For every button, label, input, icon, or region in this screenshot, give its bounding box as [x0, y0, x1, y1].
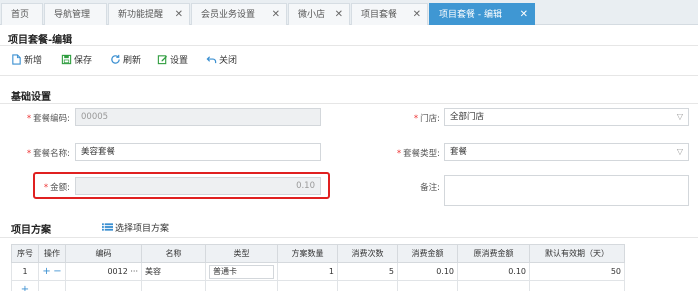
tab-project-package[interactable]: 项目套餐 ✕: [351, 3, 428, 25]
amount-highlight-box: [33, 172, 330, 199]
row-amount[interactable]: 0.10: [397, 262, 458, 281]
tab-label: 导航管理: [54, 10, 91, 20]
tab-new-features[interactable]: 新功能提醒 ✕: [108, 3, 190, 25]
tab-label: 项目套餐: [361, 10, 398, 20]
code-field[interactable]: 00005: [75, 108, 321, 126]
tab-micro-shop[interactable]: 微小店 ✕: [288, 3, 350, 25]
document-icon: [12, 54, 21, 65]
row-times[interactable]: 5: [337, 262, 398, 281]
column-header: 名称: [141, 244, 206, 263]
refresh-button[interactable]: 刷新: [110, 54, 141, 68]
close-icon[interactable]: ✕: [413, 4, 421, 26]
close-button[interactable]: 关闭: [206, 54, 237, 68]
note-textarea[interactable]: [444, 175, 689, 206]
row-name: 美容: [141, 262, 206, 281]
divider: [0, 75, 698, 76]
store-select[interactable]: 全部门店 ▽: [444, 108, 689, 126]
column-header: 编码: [65, 244, 142, 263]
note-label: 备注:: [420, 183, 440, 193]
row-code: 0012 ···: [65, 262, 142, 281]
column-header: 类型: [205, 244, 278, 263]
save-button[interactable]: 保存: [61, 54, 92, 68]
code-label: * 套餐编码:: [26, 114, 70, 124]
close-icon[interactable]: ✕: [520, 4, 528, 26]
tab-label: 会员业务设置: [201, 10, 256, 20]
close-icon[interactable]: ✕: [175, 4, 183, 26]
row-valid-days[interactable]: 50: [529, 262, 625, 281]
type-label: * 套餐类型:: [396, 149, 440, 159]
table-header-row: 序号 操作 编码 名称 类型 方案数量 消费次数 消费金额 原消费金额 默认有效…: [11, 244, 625, 263]
settings-button[interactable]: 设置: [157, 54, 188, 68]
column-header: 消费次数: [337, 244, 398, 263]
tab-nav-management[interactable]: 导航管理: [44, 3, 107, 25]
chevron-down-icon: ▽: [676, 112, 683, 121]
row-type[interactable]: 普通卡: [205, 262, 278, 281]
divider: [0, 103, 698, 104]
type-cell-input[interactable]: 普通卡: [209, 264, 274, 279]
required-mark: *: [396, 149, 402, 159]
divider: [0, 45, 698, 46]
close-icon[interactable]: ✕: [272, 4, 280, 26]
new-button[interactable]: 新增: [11, 54, 42, 68]
tab-home[interactable]: 首页: [1, 3, 43, 25]
column-header: 操作: [38, 244, 66, 263]
name-field[interactable]: 美容套餐: [75, 143, 321, 161]
refresh-label: 刷新: [123, 56, 142, 66]
settings-label: 设置: [170, 56, 189, 66]
add-row-icon[interactable]: +: [42, 266, 50, 277]
refresh-icon: [111, 54, 120, 64]
new-label: 新增: [24, 56, 43, 66]
add-row-icon[interactable]: +: [21, 284, 29, 291]
back-icon: [206, 56, 217, 64]
save-icon: [61, 54, 72, 65]
table-row: 1 + − 0012 ··· 美容 普通卡 1 5 0.10 0.10 50: [11, 262, 625, 281]
tab-label: 微小店: [298, 10, 326, 20]
edit-icon: [157, 55, 168, 65]
row-qty[interactable]: 1: [277, 262, 338, 281]
divider: [0, 237, 698, 238]
type-select[interactable]: 套餐 ▽: [444, 143, 689, 161]
required-mark: *: [26, 114, 32, 124]
close-label: 关闭: [219, 56, 238, 66]
plan-table: 序号 操作 编码 名称 类型 方案数量 消费次数 消费金额 原消费金额 默认有效…: [11, 244, 625, 291]
name-label: * 套餐名称:: [26, 149, 70, 159]
store-label: * 门店:: [413, 114, 440, 124]
tab-bar: 首页 导航管理 新功能提醒 ✕ 会员业务设置 ✕ 微小店 ✕ 项目套餐 ✕ 项目套餐 -…: [0, 0, 698, 25]
tab-label: 项目套餐 - 编辑: [439, 10, 502, 20]
table-row-empty: +: [11, 280, 625, 291]
tab-project-package-edit[interactable]: 项目套餐 - 编辑 ✕: [429, 3, 535, 25]
close-icon[interactable]: ✕: [335, 4, 343, 26]
save-label: 保存: [74, 56, 93, 66]
list-icon: [102, 223, 113, 231]
more-button[interactable]: ···: [130, 267, 138, 276]
choose-plan-label: 选择项目方案: [115, 224, 170, 234]
column-header: 序号: [11, 244, 39, 263]
required-mark: *: [413, 114, 419, 124]
tab-label: 首页: [11, 10, 30, 20]
tab-label: 新功能提醒: [118, 10, 164, 20]
column-header: 消费金额: [397, 244, 458, 263]
tab-member-settings[interactable]: 会员业务设置 ✕: [191, 3, 287, 25]
basic-section-title: 基础设置: [11, 92, 51, 103]
row-seq: 1: [11, 262, 39, 281]
row-actions: + −: [38, 262, 66, 281]
choose-plan-button[interactable]: 选择项目方案: [102, 221, 169, 234]
required-mark: *: [26, 149, 32, 159]
chevron-down-icon: ▽: [676, 147, 683, 156]
remove-row-icon[interactable]: −: [53, 266, 61, 277]
column-header: 默认有效期（天）: [529, 244, 625, 263]
column-header: 方案数量: [277, 244, 338, 263]
row-orig-amount[interactable]: 0.10: [457, 262, 530, 281]
page-title: 项目套餐-编辑: [8, 35, 73, 46]
plan-section-title: 项目方案: [11, 225, 51, 236]
column-header: 原消费金额: [457, 244, 530, 263]
